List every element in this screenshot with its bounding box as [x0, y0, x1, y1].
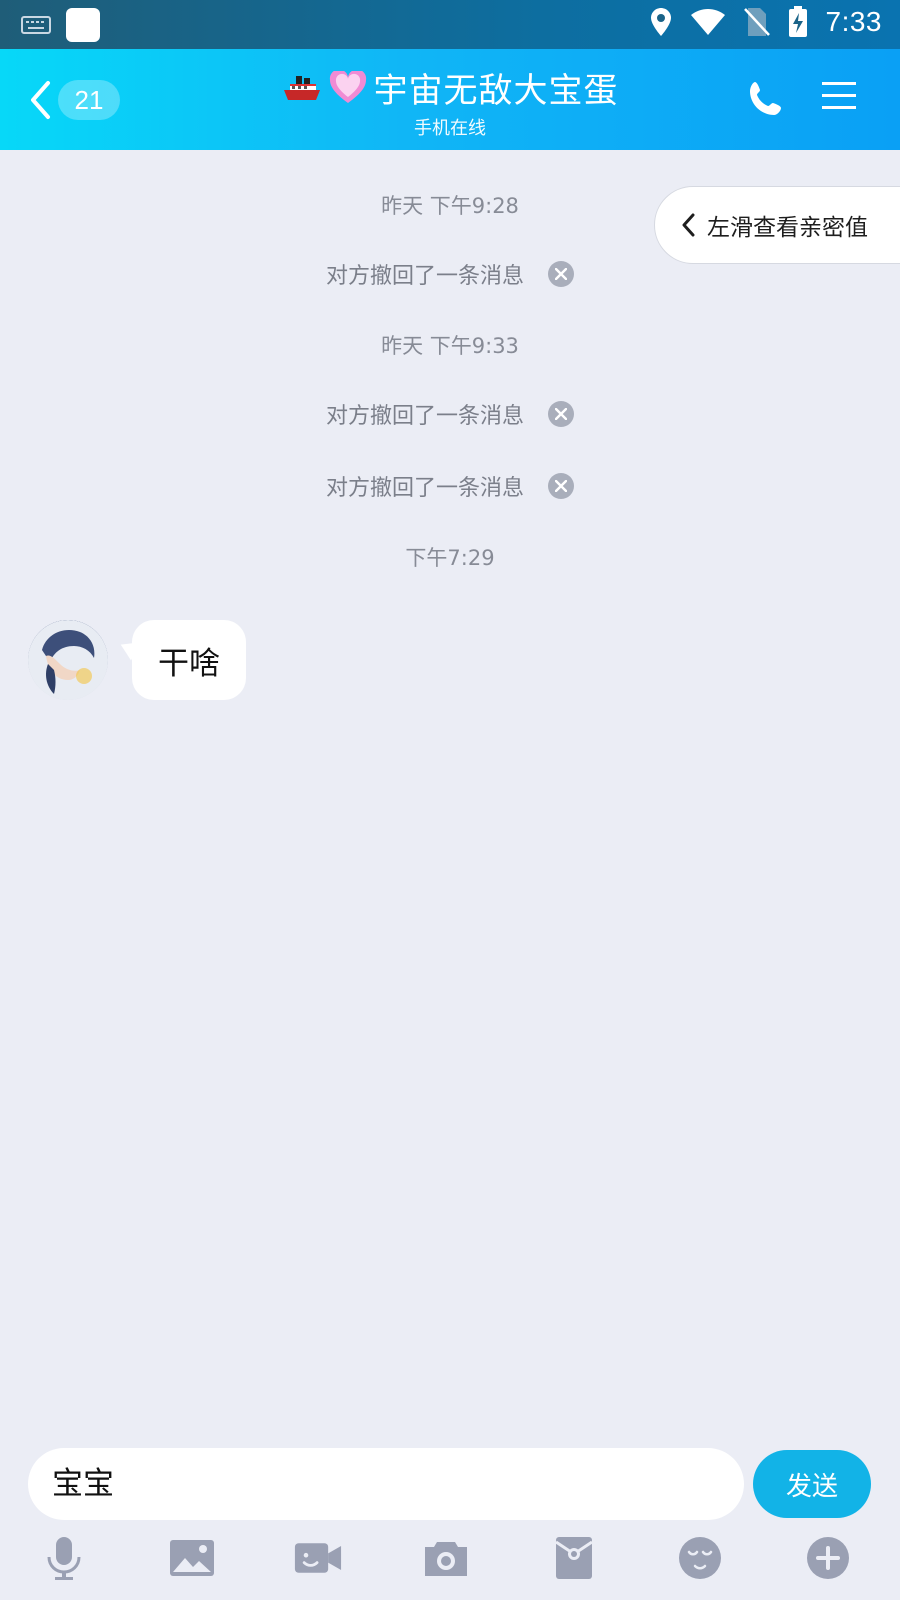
heart-icon	[329, 70, 366, 103]
menu-button[interactable]	[820, 79, 864, 119]
intimacy-hint[interactable]: 左滑查看亲密值	[654, 186, 900, 264]
message-input[interactable]: 宝宝	[28, 1448, 744, 1520]
send-button[interactable]: 发送	[753, 1450, 871, 1518]
message-row: 干啥	[28, 620, 246, 700]
recalled-notice: 对方撤回了一条消息	[0, 398, 900, 430]
close-icon[interactable]	[548, 261, 574, 287]
call-button[interactable]	[746, 79, 790, 123]
intimacy-label: 左滑查看亲密值	[707, 215, 868, 241]
page-title: 宇宙无敌大宝蛋	[373, 71, 619, 111]
red-packet-icon[interactable]	[550, 1534, 598, 1582]
timestamp: 下午7:29	[405, 546, 495, 570]
status-bar: 7:33	[0, 0, 900, 49]
recalled-text: 对方撤回了一条消息	[325, 476, 524, 501]
video-icon[interactable]	[294, 1534, 342, 1582]
plus-icon[interactable]	[804, 1534, 852, 1582]
keyboard-icon	[20, 14, 52, 36]
message-bubble[interactable]: 干啥	[132, 620, 246, 700]
chat-header: 21 宇宙无敌大宝蛋 手机在线	[0, 49, 900, 150]
no-sim-icon	[743, 8, 770, 36]
recalled-text: 对方撤回了一条消息	[325, 404, 524, 429]
camera-icon[interactable]	[422, 1534, 470, 1582]
recalled-notice: 对方撤回了一条消息	[0, 470, 900, 502]
recalled-text: 对方撤回了一条消息	[325, 264, 524, 289]
input-toolbar	[0, 1530, 900, 1590]
notification-icon	[66, 8, 100, 42]
emoji-icon[interactable]	[676, 1534, 724, 1582]
composer: 宝宝 发送	[0, 1430, 900, 1600]
close-icon[interactable]	[548, 473, 574, 499]
ship-icon	[283, 75, 320, 100]
clock: 7:33	[825, 6, 882, 37]
chevron-left-icon	[682, 213, 695, 237]
chat-area[interactable]: 昨天 下午9:28 对方撤回了一条消息 昨天 下午9:33 对方撤回了一条消息 …	[0, 150, 900, 1430]
close-icon[interactable]	[548, 401, 574, 427]
phone-icon	[750, 82, 781, 115]
image-icon[interactable]	[168, 1534, 216, 1582]
location-icon	[650, 8, 671, 36]
timestamp: 昨天 下午9:33	[381, 334, 519, 358]
wifi-icon	[690, 9, 725, 35]
battery-charging-icon	[788, 6, 807, 37]
avatar[interactable]	[28, 620, 108, 700]
mic-icon[interactable]	[40, 1534, 88, 1582]
hamburger-icon	[822, 82, 856, 109]
